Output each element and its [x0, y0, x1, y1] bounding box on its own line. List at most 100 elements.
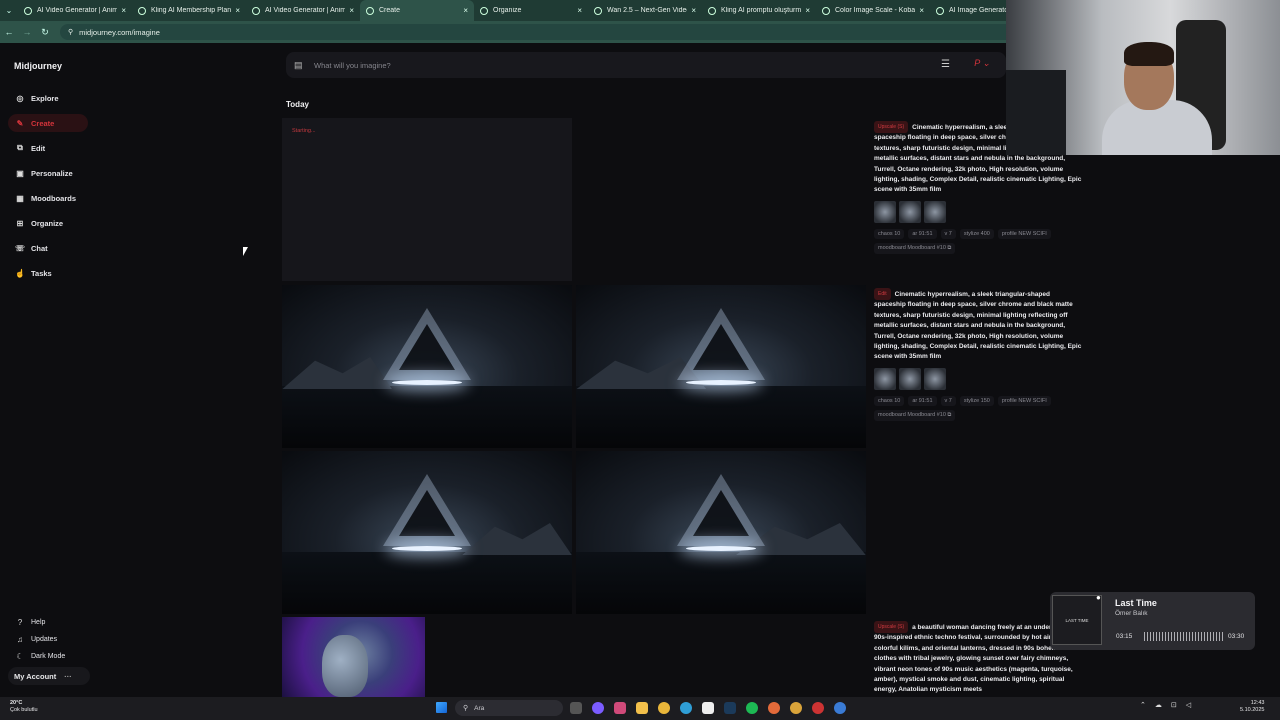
sidebar-item-organize[interactable]: ⊞ Organize — [8, 214, 88, 232]
browser-tab[interactable]: AI Video Generator | Animate× — [18, 0, 132, 21]
media-player-widget[interactable]: LAST TIME ● Last Time Ömer Balık 03:15 0… — [1050, 592, 1255, 650]
generated-image[interactable] — [282, 285, 572, 448]
sidebar-item-dark-mode[interactable]: ☾ Dark Mode — [8, 647, 88, 665]
param-chip[interactable]: v 7 — [940, 395, 956, 406]
reference-thumbnail[interactable] — [874, 200, 896, 223]
sidebar-item-help[interactable]: ? Help — [8, 613, 88, 631]
reload-icon[interactable]: ↻ — [36, 27, 54, 38]
generated-image[interactable] — [576, 285, 866, 448]
my-account-button[interactable]: My Account ··· — [8, 667, 90, 685]
reference-thumbnail[interactable] — [924, 367, 946, 390]
prompt-bar: ▤ ☰ P ⌄ — [286, 52, 1006, 78]
profile-selector-icon[interactable]: P ⌄ — [974, 58, 990, 69]
steam-icon[interactable] — [724, 702, 736, 714]
sidebar-item-edit[interactable]: ⧉ Edit — [8, 139, 88, 157]
close-tab-icon[interactable]: × — [805, 6, 810, 15]
weather-desc: Çok bulutlu — [10, 707, 38, 713]
close-tab-icon[interactable]: × — [577, 6, 582, 15]
store-icon[interactable] — [702, 702, 714, 714]
reference-thumbnail[interactable] — [924, 200, 946, 223]
edge-icon[interactable] — [680, 702, 692, 714]
job-prompt[interactable]: Edit Cinematic hyperrealism, a sleek tria… — [874, 288, 1082, 363]
settings-sliders-icon[interactable]: ☰ — [941, 59, 950, 70]
task-view-icon[interactable] — [570, 702, 582, 714]
param-chip[interactable]: chaos 10 — [874, 228, 905, 239]
param-chip[interactable]: moodboard Moodboard #10 ⧉ — [874, 242, 956, 254]
chrome-profile-icon[interactable] — [768, 702, 780, 714]
sidebar-item-tasks[interactable]: ☝ Tasks — [8, 264, 88, 282]
taskbar-search[interactable]: ⚲ Ara — [455, 700, 563, 716]
forward-icon[interactable]: → — [18, 27, 36, 37]
browser-tab[interactable]: AI Video Generator | Animate× — [246, 0, 360, 21]
close-tab-icon[interactable]: × — [349, 6, 354, 15]
brand-logo[interactable]: Midjourney — [14, 61, 62, 71]
reference-thumbnail[interactable] — [874, 367, 896, 390]
taskbar-clock[interactable]: 12:43 5.10.2025 — [1240, 700, 1264, 714]
url-field[interactable]: ⚲ midjourney.com/imagine — [60, 24, 1020, 40]
tray-overflow-icon[interactable]: ⌃ — [1140, 701, 1146, 709]
generating-placeholder: Starting... — [282, 118, 572, 281]
file-explorer-icon[interactable] — [636, 702, 648, 714]
app-alt-icon[interactable] — [812, 702, 824, 714]
imagine-input[interactable] — [314, 60, 914, 70]
volume-icon[interactable]: ◁ — [1186, 701, 1191, 709]
sidebar-item-chat[interactable]: ☏ Chat — [8, 239, 88, 257]
param-chip[interactable]: v 7 — [940, 228, 956, 239]
onedrive-icon[interactable]: ☁ — [1155, 701, 1162, 709]
param-chip[interactable]: profile NEW SCIFI — [997, 228, 1051, 239]
tab-title: AI Video Generator | Animate — [37, 7, 118, 14]
reference-thumbnail[interactable] — [899, 200, 921, 223]
sidebar-item-label: Updates — [31, 635, 58, 643]
windows-start-icon[interactable] — [436, 702, 447, 713]
tab-search-icon[interactable]: ⌄ — [0, 0, 18, 21]
generated-image[interactable] — [576, 451, 866, 614]
settings-app-icon[interactable] — [834, 702, 846, 714]
spotify-icon[interactable] — [746, 702, 758, 714]
close-tab-icon[interactable]: × — [691, 6, 696, 15]
sidebar-item-personalize[interactable]: ▣ Personalize — [8, 164, 88, 182]
image-prompt-icon[interactable]: ▤ — [294, 60, 306, 71]
generated-image[interactable] — [282, 451, 572, 614]
system-tray: ⌃ ☁ ⊡ ◁ — [1140, 701, 1200, 709]
param-chip[interactable]: ar 91:51 — [908, 228, 937, 239]
browser-tab[interactable]: Color Image Scale - Kobayas× — [816, 0, 930, 21]
chrome-alt-icon[interactable] — [790, 702, 802, 714]
param-chip[interactable]: ar 91:51 — [908, 395, 937, 406]
browser-tab[interactable]: Wan 2.5 – Next-Gen Video M × — [588, 0, 702, 21]
sidebar-item-label: Edit — [31, 143, 46, 153]
browser-tab[interactable]: Kling AI promptu oluşturma × — [702, 0, 816, 21]
weather-widget[interactable]: 20°C Çok bulutlu — [10, 700, 38, 714]
image-ship-core — [399, 324, 455, 371]
close-tab-icon[interactable]: × — [463, 6, 468, 15]
image-glow — [686, 379, 756, 385]
app-icon[interactable] — [614, 702, 626, 714]
sidebar-item-moodboards[interactable]: ▦ Moodboards — [8, 189, 88, 207]
param-chip[interactable]: stylize 150 — [959, 395, 994, 406]
browser-tab[interactable]: Organize × — [474, 0, 588, 21]
moodboard-icon: ▦ — [16, 193, 24, 203]
favicon-icon — [936, 6, 944, 15]
back-icon[interactable]: ← — [0, 27, 18, 37]
browser-tab[interactable]: Kling AI Membership Plans | A× — [132, 0, 246, 21]
site-info-icon[interactable]: ⚲ — [68, 28, 73, 36]
pin-icon[interactable]: ● — [1096, 593, 1101, 602]
reference-thumbnail[interactable] — [899, 367, 921, 390]
moon-icon: ☾ — [16, 651, 24, 661]
copilot-icon[interactable] — [592, 702, 604, 714]
close-tab-icon[interactable]: × — [121, 6, 126, 15]
param-chip[interactable]: moodboard Moodboard #10 ⧉ — [874, 409, 956, 421]
param-chip[interactable]: stylize 400 — [959, 228, 994, 239]
sidebar-item-updates[interactable]: ♫ Updates — [8, 630, 88, 648]
waveform[interactable] — [1144, 632, 1224, 641]
sidebar-item-create[interactable]: ✎ Create — [8, 114, 88, 132]
param-chip[interactable]: profile NEW SCIFI — [997, 395, 1051, 406]
network-icon[interactable]: ⊡ — [1171, 701, 1177, 709]
more-options-icon[interactable]: ··· — [64, 672, 72, 681]
param-chip[interactable]: chaos 10 — [874, 395, 905, 406]
close-tab-icon[interactable]: × — [235, 6, 240, 15]
chrome-icon[interactable] — [658, 702, 670, 714]
sidebar-item-explore[interactable]: ◎ Explore — [8, 89, 88, 107]
close-tab-icon[interactable]: × — [919, 6, 924, 15]
browser-tab[interactable]: Create × — [360, 0, 474, 21]
generated-image[interactable] — [282, 617, 425, 697]
